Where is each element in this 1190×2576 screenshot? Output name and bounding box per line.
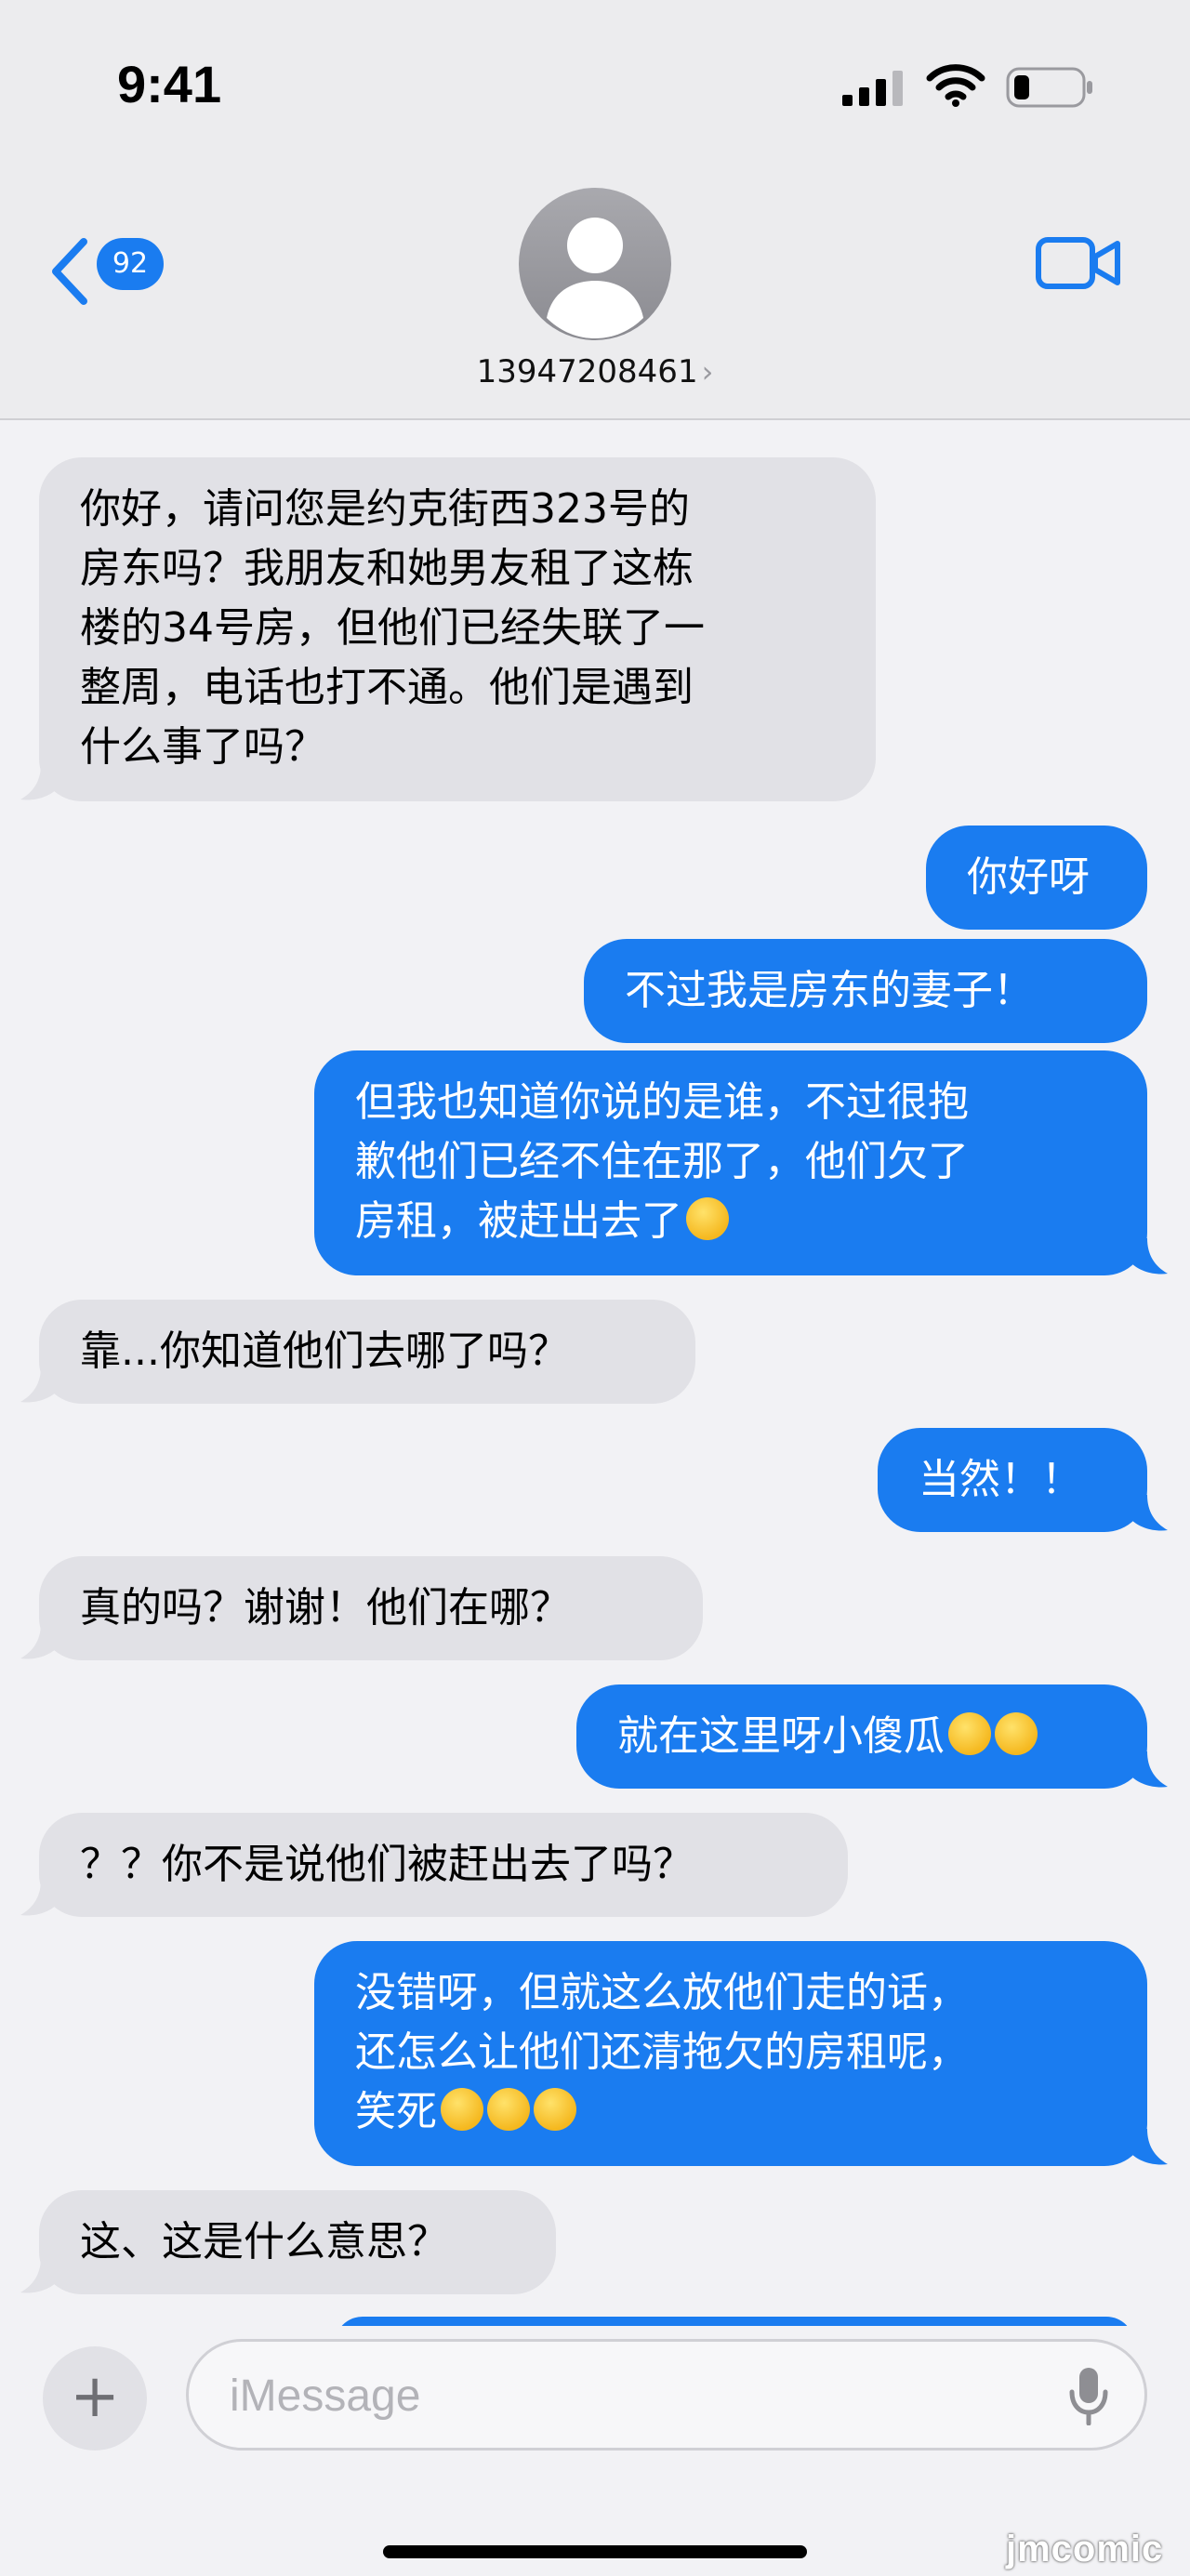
bubble-tail: [1130, 1238, 1168, 1275]
message-text: ？？你不是说他们被赶出去了吗？: [80, 1841, 694, 1888]
microphone-icon[interactable]: [1068, 2366, 1109, 2425]
bubble-tail: [1130, 1495, 1168, 1531]
bubble-tail: [20, 1623, 58, 1659]
status-bar: 9:41: [0, 0, 1190, 177]
outgoing-message[interactable]: 但我也知道你说的是谁，不过很抱 歉他们已经不住在那了，他们欠了 房租，被赶出去了: [314, 1050, 1168, 1275]
apps-plus-button[interactable]: +: [43, 2346, 147, 2451]
watermark: jmcomic: [1006, 2529, 1164, 2569]
contact-name[interactable]: 13947208461 ›: [0, 353, 1190, 390]
bubble-tail: [20, 1367, 58, 1403]
contact-chevron-icon: ›: [701, 354, 714, 390]
bubble-tail: [20, 764, 58, 800]
avatar-icon[interactable]: [519, 188, 671, 340]
message-list[interactable]: 你好，请问您是约克街西323号的 房东吗？我朋友和她男友租了这栋 楼的34号房，…: [0, 420, 1190, 2326]
message-text: 你好呀: [967, 853, 1090, 901]
unread-count-badge[interactable]: 92: [97, 238, 164, 290]
message-text: 就在这里呀小傻瓜: [617, 1712, 945, 1760]
message-text: 不过我是房东的妻子！: [625, 967, 1034, 1014]
message-text: 这、这是什么意思？: [80, 2218, 448, 2266]
compose-bar: + jmcomic: [0, 2326, 1190, 2576]
message-text: 你好，请问您是约克街西323号的 房东吗？我朋友和她男友租了这栋 楼的34号房，…: [80, 485, 705, 771]
yum-emoji: [995, 1712, 1038, 1755]
tears-of-joy-emoji: [534, 2088, 576, 2131]
incoming-message[interactable]: 靠...你知道他们去哪了吗？: [20, 1300, 695, 1404]
outgoing-message[interactable]: 当然！！: [878, 1428, 1168, 1532]
plus-icon: +: [70, 2362, 120, 2431]
battery-icon: [1006, 67, 1092, 108]
outgoing-message[interactable]: 你好呀: [926, 826, 1147, 930]
back-chevron-icon: [52, 238, 87, 305]
message-text: 但我也知道你说的是谁，不过很抱 歉他们已经不住在那了，他们欠了 房租，被赶出去了: [355, 1078, 969, 1245]
grinning-sweat-emoji: [686, 1197, 729, 1240]
incoming-message[interactable]: 你好，请问您是约克街西323号的 房东吗？我朋友和她男友租了这栋 楼的34号房，…: [20, 457, 876, 801]
message-text: 靠...你知道他们去哪了吗？: [80, 1328, 569, 1375]
message-text: 真的吗？谢谢！他们在哪？: [80, 1584, 571, 1631]
yum-emoji: [948, 1712, 991, 1755]
status-time: 9:41: [117, 55, 222, 113]
signal-icon: [842, 71, 903, 106]
tears-of-joy-emoji: [487, 2088, 530, 2131]
incoming-message[interactable]: 真的吗？谢谢！他们在哪？: [20, 1556, 703, 1660]
wifi-icon: [926, 64, 985, 107]
message-text: 当然！！: [919, 1456, 1082, 1503]
outgoing-message[interactable]: 就在这里呀小傻瓜: [576, 1684, 1168, 1789]
incoming-message[interactable]: 这、这是什么意思？: [20, 2190, 556, 2294]
incoming-message[interactable]: ？？你不是说他们被赶出去了吗？: [20, 1813, 848, 1917]
outgoing-message[interactable]: 没错呀，但就这么放他们走的话， 还怎么让他们还清拖欠的房租呢， 笑死: [314, 1941, 1168, 2166]
conversation-header: 92 13947208461 ›: [0, 177, 1190, 420]
bubble-tail: [1130, 1751, 1168, 1788]
outgoing-message-partial[interactable]: [335, 2317, 1134, 2326]
contact-number: 13947208461: [476, 353, 698, 390]
outgoing-message[interactable]: 不过我是房东的妻子！: [584, 939, 1147, 1043]
message-field[interactable]: [186, 2339, 1147, 2451]
bubble-tail: [20, 1880, 58, 1916]
bubble-tail: [20, 2257, 58, 2293]
tears-of-joy-emoji: [441, 2088, 483, 2131]
bubble-tail: [1130, 2129, 1168, 2165]
home-indicator[interactable]: [383, 2545, 807, 2558]
imessage-input[interactable]: [228, 2360, 1031, 2431]
video-call-icon[interactable]: [1036, 234, 1121, 292]
